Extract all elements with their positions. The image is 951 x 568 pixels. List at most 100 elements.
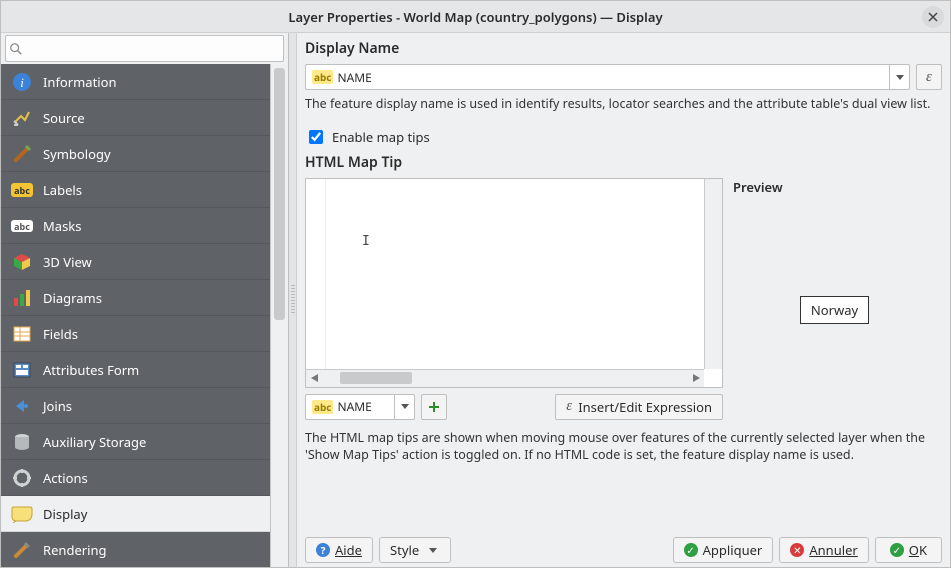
- chevron-down-icon: [429, 548, 437, 553]
- 3d-icon: [11, 251, 33, 273]
- sidebar-item-label: Diagrams: [43, 289, 102, 307]
- cancel-button[interactable]: ✕ Annuler: [779, 537, 868, 563]
- enable-map-tips-checkbox[interactable]: [309, 130, 323, 144]
- sidebar-item-symbology[interactable]: Symbology: [1, 136, 270, 172]
- editor-cursor-icon: I: [362, 234, 370, 249]
- insert-expression-label: Insert/Edit Expression: [578, 398, 712, 416]
- attrform-icon: [11, 359, 33, 381]
- abc-icon: abc: [312, 70, 333, 84]
- svg-text:i: i: [20, 75, 24, 90]
- rendering-icon: [11, 539, 33, 561]
- search-icon: [9, 42, 23, 56]
- help-label: Aide: [335, 541, 362, 559]
- ok-button[interactable]: ✓ OK: [875, 537, 942, 563]
- abc-icon: abc: [312, 400, 333, 414]
- sidebar-item-label: Rendering: [43, 541, 107, 559]
- labels-icon: abc: [11, 179, 33, 201]
- sidebar-item-label: Labels: [43, 181, 82, 199]
- diagrams-icon: [11, 287, 33, 309]
- sidebar-scrollbar[interactable]: [270, 64, 288, 567]
- add-field-button[interactable]: [421, 394, 447, 420]
- chevron-down-icon: [401, 404, 409, 409]
- cancel-icon: ✕: [790, 543, 804, 557]
- triangle-left-icon: [311, 374, 318, 382]
- display-name-field-combo[interactable]: abc NAME: [305, 64, 910, 90]
- editor-gutter: [306, 179, 326, 369]
- display-name-field-dropdown[interactable]: [889, 65, 909, 89]
- sidebar-item-label: Fields: [43, 325, 78, 343]
- sidebar-item-attributes-form[interactable]: Attributes Form: [1, 352, 270, 388]
- splitter-handle[interactable]: [289, 33, 297, 567]
- sidebar-list: i Information Source Symbology abc Labels abc M…: [1, 64, 270, 567]
- sidebar-item-label: Joins: [43, 397, 72, 415]
- triangle-right-icon: [693, 374, 700, 382]
- sidebar-search-input[interactable]: [5, 35, 284, 62]
- display-icon: [11, 503, 33, 525]
- sidebar-item-masks[interactable]: abc Masks: [1, 208, 270, 244]
- sidebar-item-label: Information: [43, 73, 117, 91]
- sidebar-item-labels[interactable]: abc Labels: [1, 172, 270, 208]
- sidebar-item-label: Symbology: [43, 145, 111, 163]
- actions-icon: [11, 467, 33, 489]
- apply-button[interactable]: ✓ Appliquer: [673, 537, 774, 563]
- editor-horizontal-scrollbar[interactable]: [306, 369, 704, 387]
- info-icon: i: [11, 71, 33, 93]
- preview-label: Preview: [727, 178, 942, 200]
- display-name-field-value: NAME: [337, 69, 371, 86]
- sidebar-item-label: Masks: [43, 217, 81, 235]
- sidebar-item-label: Auxiliary Storage: [43, 433, 146, 451]
- sidebar-item-source[interactable]: Source: [1, 100, 270, 136]
- html-editor[interactable]: I: [305, 178, 723, 388]
- svg-text:abc: abc: [14, 184, 30, 197]
- maptip-field-combo[interactable]: abc NAME: [305, 394, 415, 420]
- epsilon-icon: ε: [566, 398, 572, 415]
- preview-box: Norway: [727, 200, 942, 420]
- ok-label-rest: K: [919, 541, 927, 559]
- close-icon: [928, 12, 938, 22]
- expression-button[interactable]: ε: [916, 64, 942, 90]
- symbology-icon: [11, 143, 33, 165]
- sidebar-item-fields[interactable]: Fields: [1, 316, 270, 352]
- display-name-section-label: Display Name: [305, 39, 942, 58]
- check-icon: ✓: [890, 543, 904, 557]
- plus-icon: [427, 400, 441, 414]
- window-close-button[interactable]: [922, 6, 944, 28]
- chevron-down-icon: [896, 75, 904, 80]
- maptip-description: The HTML map tips are shown when moving …: [305, 430, 942, 464]
- svg-text:abc: abc: [14, 220, 30, 233]
- epsilon-icon: ε: [926, 69, 932, 86]
- sidebar-item-joins[interactable]: Joins: [1, 388, 270, 424]
- sidebar-item-information[interactable]: i Information: [1, 64, 270, 100]
- masks-icon: abc: [11, 215, 33, 237]
- window-title: Layer Properties - World Map (country_po…: [288, 8, 662, 26]
- sidebar-item-3d-view[interactable]: 3D View: [1, 244, 270, 280]
- preview-value: Norway: [800, 296, 869, 324]
- apply-label: Appliquer: [703, 541, 763, 559]
- sidebar-item-display[interactable]: Display: [1, 496, 270, 532]
- titlebar: Layer Properties - World Map (country_po…: [1, 1, 950, 33]
- sidebar-item-auxiliary-storage[interactable]: Auxiliary Storage: [1, 424, 270, 460]
- style-label: Style: [390, 541, 419, 559]
- sidebar-item-label: Actions: [43, 469, 88, 487]
- maptip-field-dropdown[interactable]: [394, 395, 414, 419]
- style-button[interactable]: Style: [379, 537, 451, 563]
- help-button[interactable]: ? Aide: [305, 537, 373, 563]
- insert-expression-button[interactable]: ε Insert/Edit Expression: [555, 394, 723, 420]
- sidebar-item-label: Display: [43, 505, 87, 523]
- sidebar-item-label: Attributes Form: [43, 361, 139, 379]
- sidebar-item-actions[interactable]: Actions: [1, 460, 270, 496]
- fields-icon: [11, 323, 33, 345]
- html-map-tip-section-label: HTML Map Tip: [305, 153, 942, 172]
- enable-map-tips-label: Enable map tips: [332, 128, 430, 146]
- sidebar-item-rendering[interactable]: Rendering: [1, 532, 270, 567]
- check-icon: ✓: [684, 543, 698, 557]
- ok-label-u: O: [909, 541, 919, 559]
- sidebar-item-label: 3D View: [43, 253, 92, 271]
- editor-vertical-scrollbar[interactable]: [704, 179, 722, 369]
- source-icon: [11, 107, 33, 129]
- aux-icon: [11, 431, 33, 453]
- sidebar-item-diagrams[interactable]: Diagrams: [1, 280, 270, 316]
- joins-icon: [11, 395, 33, 417]
- cancel-label: Annuler: [809, 541, 857, 559]
- maptip-field-value: NAME: [337, 398, 371, 415]
